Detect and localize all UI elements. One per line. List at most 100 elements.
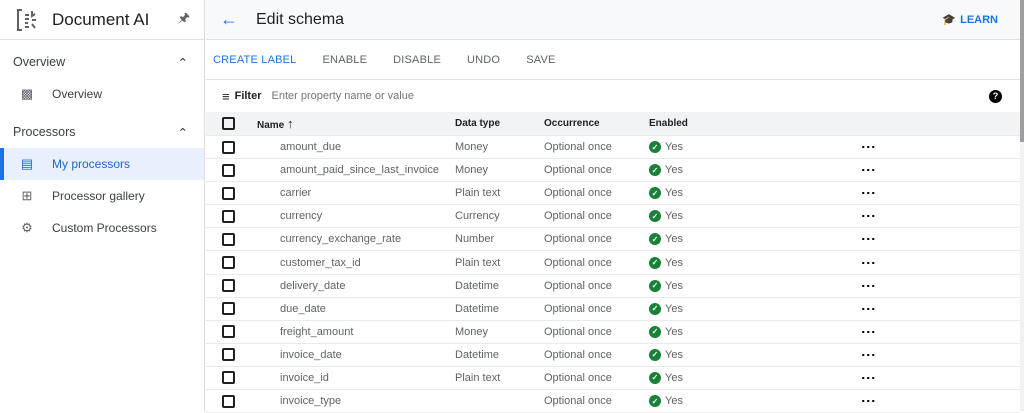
pin-icon[interactable]: 🖈 <box>164 9 204 31</box>
occurrence: Optional once <box>544 233 612 246</box>
property-name: due_date <box>280 302 326 315</box>
row-checkbox[interactable] <box>222 209 235 223</box>
more-vert-icon[interactable]: ⋮ <box>861 163 877 177</box>
row-checkbox[interactable] <box>222 232 235 246</box>
property-name: currency_exchange_rate <box>280 233 402 246</box>
help-icon[interactable]: ? <box>989 89 1002 103</box>
table-body: amount_due Money Optional once ✓ Yes ⋮ am… <box>206 136 1020 413</box>
enabled-label: Yes <box>665 395 683 408</box>
data-type: Number <box>455 233 495 246</box>
enabled-status: ✓ Yes <box>649 210 683 223</box>
enabled-status: ✓ Yes <box>649 279 683 292</box>
table-row[interactable]: carrier Plain text Optional once ✓ Yes ⋮ <box>206 182 1020 206</box>
save-button[interactable]: SAVE <box>526 54 555 66</box>
back-arrow-icon[interactable]: ← <box>220 9 250 30</box>
property-name: amount_paid_since_last_invoice <box>280 164 439 177</box>
check-circle-icon: ✓ <box>649 164 661 177</box>
occurrence: Optional once <box>544 395 612 408</box>
check-circle-icon: ✓ <box>649 256 661 269</box>
sidebar-item-processor-gallery[interactable]: ⊞ Processor gallery <box>0 180 204 212</box>
table-row[interactable]: invoice_type Optional once ✓ Yes ⋮ <box>206 390 1020 413</box>
sidebar-item-label: Custom Processors <box>52 221 157 235</box>
filter-input[interactable] <box>271 90 989 102</box>
wrench-icon: ⚙ <box>21 220 33 235</box>
more-vert-icon[interactable]: ⋮ <box>861 394 877 408</box>
main-content: ← Edit schema 🎓 LEARN CREATE LABEL ENABLE… <box>206 0 1020 413</box>
table-row[interactable]: currency_exchange_rate Number Optional o… <box>206 228 1020 252</box>
enabled-status: ✓ Yes <box>649 233 683 246</box>
column-header-enabled[interactable]: Enabled <box>649 118 688 129</box>
table-row[interactable]: amount_paid_since_last_invoice Money Opt… <box>206 159 1020 183</box>
row-checkbox[interactable] <box>222 371 235 385</box>
check-circle-icon: ✓ <box>649 348 661 361</box>
data-type: Plain text <box>455 371 501 384</box>
select-all-checkbox[interactable] <box>222 117 235 130</box>
row-checkbox[interactable] <box>222 140 235 154</box>
sidebar-item-my-processors[interactable]: ▤ My processors <box>0 148 204 180</box>
more-vert-icon[interactable]: ⋮ <box>861 302 877 316</box>
more-vert-icon[interactable]: ⋮ <box>861 256 877 270</box>
occurrence: Optional once <box>544 141 612 154</box>
more-vert-icon[interactable]: ⋮ <box>861 209 877 223</box>
enabled-status: ✓ Yes <box>649 395 683 408</box>
more-vert-icon[interactable]: ⋮ <box>861 325 877 339</box>
scrollbar[interactable] <box>1020 0 1024 411</box>
more-vert-icon[interactable]: ⋮ <box>861 186 877 200</box>
section-processors[interactable]: Processors ⌃ <box>0 116 204 148</box>
data-type: Plain text <box>455 187 501 200</box>
disable-button[interactable]: DISABLE <box>393 54 441 66</box>
create-label-button[interactable]: CREATE LABEL <box>213 54 297 66</box>
more-vert-icon[interactable]: ⋮ <box>861 371 877 385</box>
enable-button[interactable]: ENABLE <box>323 54 368 66</box>
more-vert-icon[interactable]: ⋮ <box>861 348 877 362</box>
filter-label: Filter <box>234 90 262 102</box>
enabled-status: ✓ Yes <box>649 187 683 200</box>
table-row[interactable]: due_date Datetime Optional once ✓ Yes ⋮ <box>206 298 1020 321</box>
table-row[interactable]: amount_due Money Optional once ✓ Yes ⋮ <box>206 136 1020 160</box>
enabled-label: Yes <box>665 233 683 246</box>
learn-button[interactable]: 🎓 LEARN <box>942 13 998 27</box>
data-type: Datetime <box>455 348 500 361</box>
row-checkbox[interactable] <box>222 325 235 339</box>
table-header: Name ↑ Data type Occurrence Enabled <box>206 112 1020 136</box>
more-vert-icon[interactable]: ⋮ <box>861 140 877 154</box>
undo-button[interactable]: UNDO <box>467 54 500 66</box>
sidebar: Document AI 🖈 Overview ⌃ ▩ Overview Proces… <box>0 0 205 411</box>
section-label: Overview <box>13 55 66 69</box>
occurrence: Optional once <box>544 256 612 269</box>
sidebar-item-overview[interactable]: ▩ Overview <box>0 78 204 110</box>
table-row[interactable]: freight_amount Money Optional once ✓ Yes … <box>206 321 1020 344</box>
row-checkbox[interactable] <box>222 256 235 270</box>
row-checkbox[interactable] <box>222 186 235 200</box>
sidebar-item-label: Overview <box>52 87 103 101</box>
row-checkbox[interactable] <box>222 302 235 316</box>
enabled-status: ✓ Yes <box>649 164 683 177</box>
table-row[interactable]: delivery_date Datetime Optional once ✓ Ye… <box>206 275 1020 298</box>
more-vert-icon[interactable]: ⋮ <box>861 279 877 293</box>
column-header-occurrence[interactable]: Occurrence <box>544 118 600 129</box>
occurrence: Optional once <box>544 210 612 223</box>
data-type: Datetime <box>455 302 500 315</box>
enabled-label: Yes <box>665 210 683 223</box>
sidebar-item-custom-processors[interactable]: ⚙ Custom Processors <box>0 212 204 244</box>
enabled-status: ✓ Yes <box>649 141 683 154</box>
table-row[interactable]: invoice_id Plain text Optional once ✓ Yes… <box>206 367 1020 391</box>
column-header-name[interactable]: Name ↑ <box>257 116 294 131</box>
table-row[interactable]: currency Currency Optional once ✓ Yes ⋮ <box>206 205 1020 229</box>
scrollbar-thumb[interactable] <box>1020 0 1024 142</box>
check-circle-icon: ✓ <box>649 325 661 338</box>
table-row[interactable]: customer_tax_id Plain text Optional once… <box>206 251 1020 275</box>
row-checkbox[interactable] <box>222 394 235 408</box>
row-checkbox[interactable] <box>222 279 235 293</box>
section-overview[interactable]: Overview ⌃ <box>0 46 204 78</box>
document-ai-logo-icon <box>17 8 36 31</box>
column-header-data-type[interactable]: Data type <box>455 118 500 129</box>
table-row[interactable]: invoice_date Datetime Optional once ✓ Yes… <box>206 344 1020 367</box>
property-name: freight_amount <box>280 325 354 338</box>
property-name: amount_due <box>280 141 342 154</box>
enabled-label: Yes <box>665 187 683 200</box>
row-checkbox[interactable] <box>222 163 235 177</box>
row-checkbox[interactable] <box>222 348 235 362</box>
property-name: invoice_id <box>280 371 329 384</box>
more-vert-icon[interactable]: ⋮ <box>861 232 877 246</box>
